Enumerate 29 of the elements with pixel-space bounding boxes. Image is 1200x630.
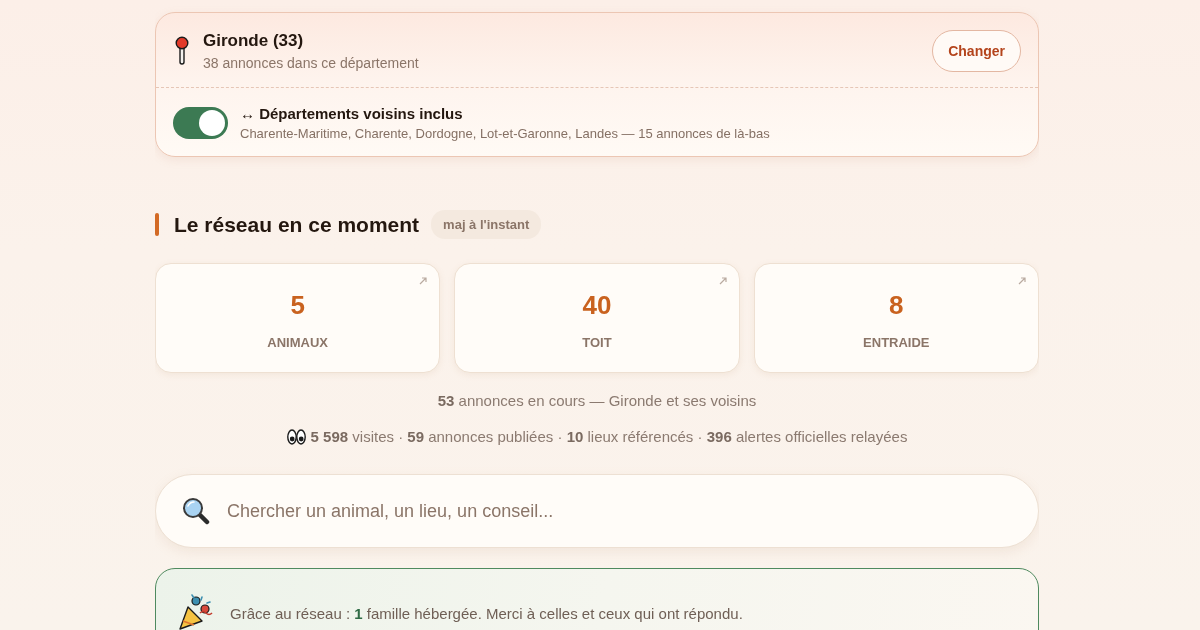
department-count: 38 annonces dans ce département xyxy=(203,55,419,71)
stat-card[interactable]: 8 ENTRAIDE xyxy=(753,263,1039,373)
thanks-text: Grâce au réseau : 1 famille hébergée. Merci à celles et ceux qui ont répondu. xyxy=(230,605,743,622)
arrow-icon xyxy=(718,277,727,285)
stat-card[interactable]: 5 ANIMAUX xyxy=(155,263,441,373)
site-totals: 5 598 visites · 59 annonces publiées · 10 lieux référencés · 396 alertes officielles relayées xyxy=(310,428,908,445)
eyes-icon xyxy=(286,428,306,445)
update-tag: maj à l'instant xyxy=(431,210,542,239)
stat-value: 8 xyxy=(889,290,904,321)
pin-icon xyxy=(175,36,189,66)
stat-label: ANIMAUX xyxy=(267,335,328,350)
stat-value: 5 xyxy=(290,290,305,321)
neighbors-toggle[interactable] xyxy=(173,107,228,139)
stat-label: ENTRAIDE xyxy=(863,335,930,350)
arrow-icon xyxy=(419,277,428,285)
neighbors-description: Charente-Maritime, Charente, Dordogne, Lot-et-Garonne, Landes — 15 annonces de là-bas xyxy=(240,126,770,141)
search-icon xyxy=(182,497,210,525)
neighbors-title: ↔ Départements voisins inclus xyxy=(240,105,463,122)
stat-card[interactable]: 40 TOIT xyxy=(454,263,740,373)
accent-bar xyxy=(155,213,159,236)
arrow-icon xyxy=(1018,277,1026,285)
stat-label: TOIT xyxy=(582,335,612,350)
department-title: Gironde (33) xyxy=(203,31,304,51)
party-popper-icon xyxy=(178,593,214,630)
section-title: Le réseau en ce moment xyxy=(174,212,420,237)
listings-summary: 53 annonces en cours — Gironde et ses voisins xyxy=(437,392,757,409)
search-field[interactable]: Chercher un animal, un lieu, un conseil... xyxy=(155,474,1039,548)
change-button[interactable]: Changer xyxy=(932,30,1021,72)
stat-value: 40 xyxy=(582,290,612,321)
